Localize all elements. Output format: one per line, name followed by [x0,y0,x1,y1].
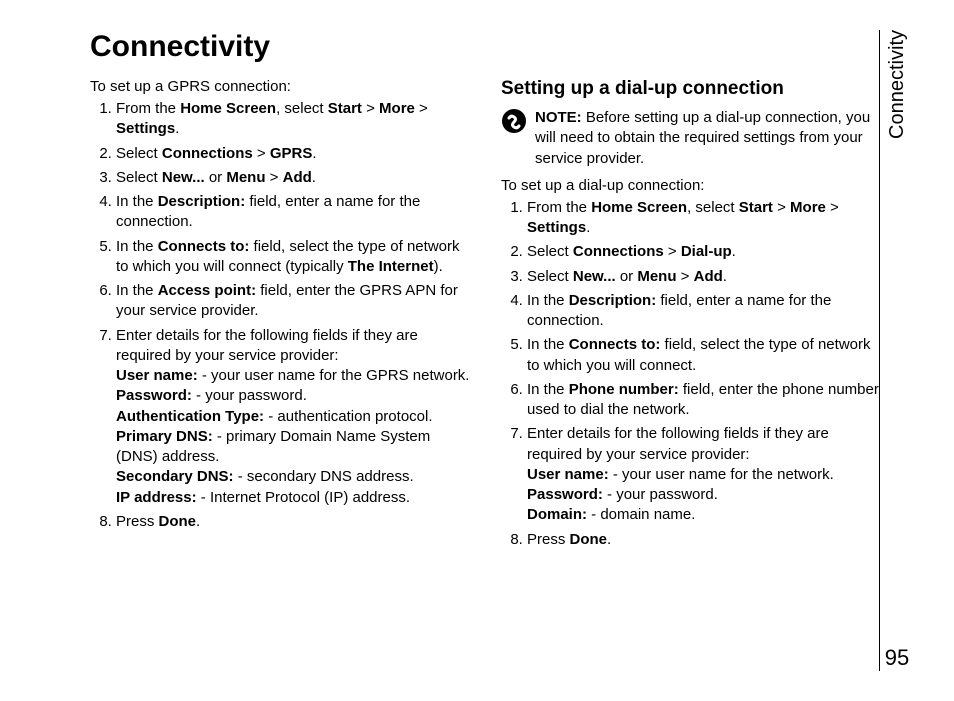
list-item: Select New... or Menu > Add. [527,267,884,287]
list-item: Select Connections > GPRS. [116,144,473,164]
list-item: Press Done. [527,530,884,550]
gprs-steps: From the Home Screen, select Start > Mor… [90,99,473,532]
content-columns: To set up a GPRS connection: From the Ho… [90,78,884,554]
dialup-steps: From the Home Screen, select Start > Mor… [501,198,884,550]
document-page: Connectivity To set up a GPRS connection… [0,0,954,701]
list-item: In the Description: field, enter a name … [527,291,884,332]
page-title: Connectivity [90,30,884,64]
dialup-heading: Setting up a dial-up connection [501,78,884,100]
list-item: In the Connects to: field, select the ty… [527,335,884,376]
side-section-label: Connectivity [886,30,909,139]
list-item: In the Phone number: field, enter the ph… [527,380,884,421]
note-text: NOTE: Before setting up a dial-up connec… [535,108,884,169]
list-item: Select New... or Menu > Add. [116,168,473,188]
list-item: Enter details for the following fields i… [116,326,473,508]
list-item: In the Access point: field, enter the GP… [116,281,473,322]
note-block: NOTE: Before setting up a dial-up connec… [501,108,884,169]
note-icon [501,108,527,134]
list-item: In the Connects to: field, select the ty… [116,237,473,278]
left-column: To set up a GPRS connection: From the Ho… [90,78,473,554]
list-item: Select Connections > Dial-up. [527,242,884,262]
list-item: Press Done. [116,512,473,532]
list-item: In the Description: field, enter a name … [116,192,473,233]
list-item: From the Home Screen, select Start > Mor… [527,198,884,239]
page-number: 95 [885,645,909,671]
list-item: From the Home Screen, select Start > Mor… [116,99,473,140]
right-column: Setting up a dial-up connection NOTE: Be… [501,78,884,554]
list-item: Enter details for the following fields i… [527,424,884,525]
dialup-intro: To set up a dial-up connection: [501,177,884,194]
gprs-intro: To set up a GPRS connection: [90,78,473,95]
side-marker: Connectivity 95 [879,30,908,671]
